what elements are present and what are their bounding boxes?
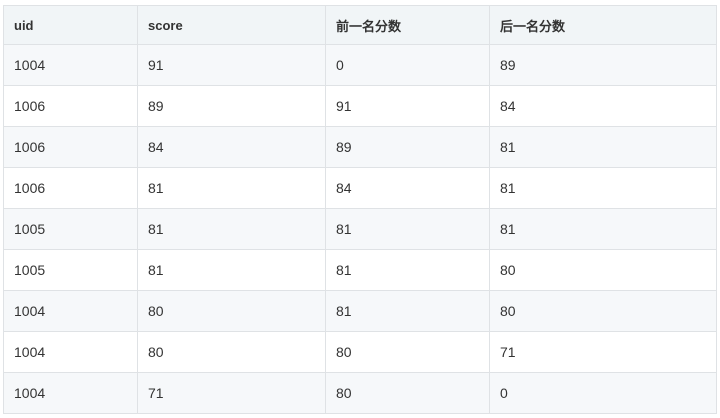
result-table-container: uid score 前一名分数 后一名分数 1004 91 0 89 1006 …	[3, 5, 717, 414]
cell-uid: 1006	[3, 167, 138, 209]
cell-uid: 1004	[3, 372, 138, 414]
cell-prev-score: 80	[325, 331, 490, 373]
cell-next-score: 81	[489, 208, 717, 250]
column-header-uid: uid	[3, 5, 138, 45]
cell-score: 80	[137, 331, 326, 373]
cell-next-score: 71	[489, 331, 717, 373]
cell-score: 71	[137, 372, 326, 414]
cell-prev-score: 80	[325, 372, 490, 414]
column-header-prev-score: 前一名分数	[325, 5, 490, 45]
cell-next-score: 81	[489, 126, 717, 168]
cell-prev-score: 89	[325, 126, 490, 168]
cell-prev-score: 81	[325, 290, 490, 332]
cell-score: 84	[137, 126, 326, 168]
cell-score: 91	[137, 44, 326, 86]
table-row: 1004 71 80 0	[3, 372, 717, 414]
cell-score: 81	[137, 249, 326, 291]
cell-prev-score: 91	[325, 85, 490, 127]
cell-next-score: 80	[489, 249, 717, 291]
table-body: 1004 91 0 89 1006 89 91 84 1006 84 89 81…	[3, 44, 717, 414]
cell-score: 81	[137, 208, 326, 250]
column-header-next-score: 后一名分数	[489, 5, 717, 45]
cell-uid: 1006	[3, 85, 138, 127]
cell-uid: 1005	[3, 249, 138, 291]
cell-uid: 1004	[3, 331, 138, 373]
cell-prev-score: 81	[325, 249, 490, 291]
table-row: 1005 81 81 80	[3, 249, 717, 291]
cell-next-score: 81	[489, 167, 717, 209]
column-header-score: score	[137, 5, 326, 45]
cell-next-score: 0	[489, 372, 717, 414]
cell-score: 89	[137, 85, 326, 127]
table-row: 1006 84 89 81	[3, 126, 717, 168]
cell-uid: 1004	[3, 44, 138, 86]
cell-next-score: 80	[489, 290, 717, 332]
cell-prev-score: 84	[325, 167, 490, 209]
cell-prev-score: 81	[325, 208, 490, 250]
table-row: 1005 81 81 81	[3, 208, 717, 250]
table-row: 1006 89 91 84	[3, 85, 717, 127]
cell-score: 80	[137, 290, 326, 332]
table-row: 1004 91 0 89	[3, 44, 717, 86]
table-header: uid score 前一名分数 后一名分数	[3, 5, 717, 45]
table-row: 1006 81 84 81	[3, 167, 717, 209]
cell-next-score: 89	[489, 44, 717, 86]
cell-uid: 1005	[3, 208, 138, 250]
cell-prev-score: 0	[325, 44, 490, 86]
result-table: uid score 前一名分数 后一名分数 1004 91 0 89 1006 …	[3, 5, 717, 414]
cell-uid: 1006	[3, 126, 138, 168]
cell-next-score: 84	[489, 85, 717, 127]
table-row: 1004 80 81 80	[3, 290, 717, 332]
cell-score: 81	[137, 167, 326, 209]
table-row: 1004 80 80 71	[3, 331, 717, 373]
cell-uid: 1004	[3, 290, 138, 332]
header-row: uid score 前一名分数 后一名分数	[3, 5, 717, 45]
